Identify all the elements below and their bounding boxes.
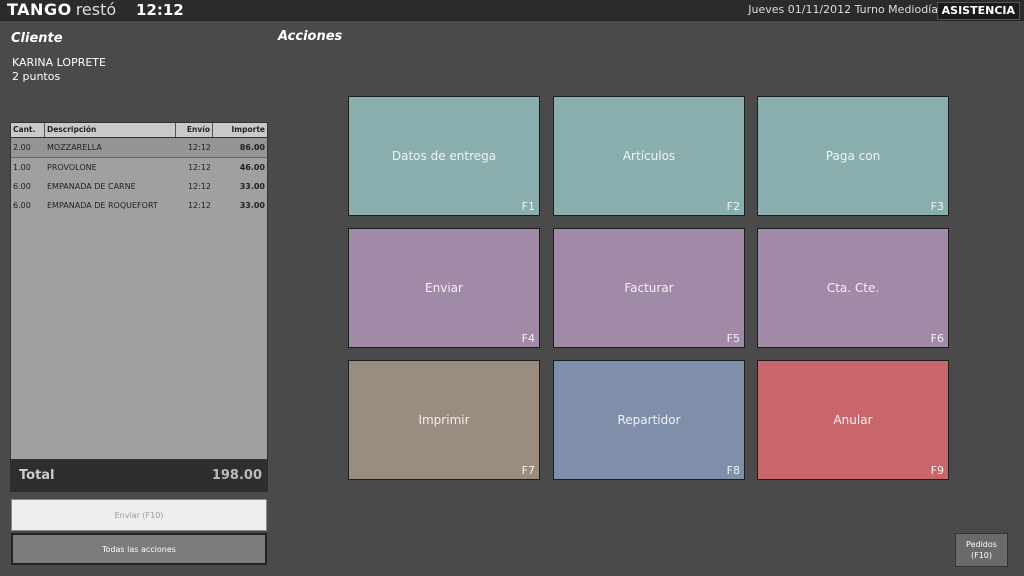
tile-shortcut: F6 xyxy=(930,332,944,345)
total-value: 198.00 xyxy=(211,468,262,483)
tile-label: Enviar xyxy=(425,281,463,295)
tile-anular[interactable]: Anular F9 xyxy=(757,360,949,480)
row-qty: 1.00 xyxy=(13,163,31,172)
tile-label: Artículos xyxy=(622,149,676,163)
client-points: 2 puntos xyxy=(12,70,61,83)
tile-imprimir[interactable]: Imprimir F7 xyxy=(348,360,540,480)
row-time: 12:12 xyxy=(187,182,211,191)
col-qty: Cant. xyxy=(11,123,45,137)
tile-label: Datos de entrega xyxy=(391,149,497,163)
tile-label: Paga con xyxy=(825,149,881,163)
clock: 12:12 xyxy=(136,1,184,19)
send-button[interactable]: Enviar (F10) xyxy=(11,499,267,531)
tile-datos-de-entrega[interactable]: Datos de entrega F1 xyxy=(348,96,540,216)
tile-shortcut: F4 xyxy=(521,332,535,345)
tile-label: Imprimir xyxy=(418,413,470,427)
top-bar: TANGO restó 12:12 Jueves 01/11/2012 Turno… xyxy=(0,0,1024,21)
col-amount: Importe xyxy=(231,125,266,134)
order-table: Cant. Descripción Envío Importe 2.00 MOZ… xyxy=(10,122,268,460)
tile-cta-cte[interactable]: Cta. Cte. F6 xyxy=(757,228,949,348)
row-time: 12:12 xyxy=(187,143,211,152)
shift-info: Jueves 01/11/2012 Turno Mediodía xyxy=(748,3,938,16)
tile-shortcut: F8 xyxy=(726,464,740,477)
row-qty: 6.00 xyxy=(13,182,31,191)
tile-label: Cta. Cte. xyxy=(826,281,880,295)
table-row[interactable]: 1.00 PROVOLONE 12:12 46.00 xyxy=(11,158,267,177)
logo-bold: TANGO xyxy=(7,0,72,19)
row-qty: 6.00 xyxy=(13,201,31,210)
tile-shortcut: F7 xyxy=(521,464,535,477)
row-amount: 86.00 xyxy=(239,143,265,152)
logo-light: restó xyxy=(75,0,117,19)
actions-section-title: Acciones xyxy=(278,29,343,44)
row-amount: 33.00 xyxy=(239,182,265,191)
row-desc: MOZZARELLA xyxy=(47,143,102,152)
row-time: 12:12 xyxy=(187,201,211,210)
total-label: Total xyxy=(19,468,55,483)
total-bar: Total 198.00 xyxy=(10,460,268,492)
table-row[interactable]: 6.00 EMPANADA DE CARNE 12:12 33.00 xyxy=(11,177,267,196)
tile-paga-con[interactable]: Paga con F3 xyxy=(757,96,949,216)
row-desc: PROVOLONE xyxy=(47,163,97,172)
row-desc: EMPANADA DE ROQUEFORT xyxy=(47,201,158,210)
tile-label: Anular xyxy=(833,413,873,427)
table-row[interactable]: 6.00 EMPANADA DE ROQUEFORT 12:12 33.00 xyxy=(11,196,267,215)
orders-button-label: Pedidos xyxy=(966,540,997,549)
row-amount: 46.00 xyxy=(239,163,265,172)
tile-shortcut: F9 xyxy=(930,464,944,477)
tile-shortcut: F3 xyxy=(930,200,944,213)
tile-articulos[interactable]: Artículos F2 xyxy=(553,96,745,216)
row-desc: EMPANADA DE CARNE xyxy=(47,182,136,191)
all-actions-button[interactable]: Todas las acciones xyxy=(11,533,267,565)
tile-enviar[interactable]: Enviar F4 xyxy=(348,228,540,348)
tile-repartidor[interactable]: Repartidor F8 xyxy=(553,360,745,480)
row-time: 12:12 xyxy=(187,163,211,172)
tile-label: Repartidor xyxy=(617,413,681,427)
orders-button[interactable]: Pedidos (F10) xyxy=(955,533,1008,567)
client-section-title: Cliente xyxy=(11,31,63,46)
col-desc: Descripción xyxy=(45,123,176,137)
client-name: KARINA LOPRETE xyxy=(12,56,106,69)
table-row[interactable]: 2.00 MOZZARELLA 12:12 86.00 xyxy=(11,138,267,158)
col-time: Envío xyxy=(176,123,213,137)
tile-shortcut: F1 xyxy=(521,200,535,213)
app-logo: TANGO restó xyxy=(7,0,116,20)
orders-button-shortcut: (F10) xyxy=(970,551,993,560)
tile-shortcut: F2 xyxy=(726,200,740,213)
row-amount: 33.00 xyxy=(239,201,265,210)
tile-label: Facturar xyxy=(624,281,674,295)
tile-shortcut: F5 xyxy=(726,332,740,345)
order-table-header: Cant. Descripción Envío Importe xyxy=(11,123,267,138)
row-qty: 2.00 xyxy=(13,143,31,152)
assist-button[interactable]: ASISTENCIA xyxy=(936,2,1020,20)
tile-facturar[interactable]: Facturar F5 xyxy=(553,228,745,348)
